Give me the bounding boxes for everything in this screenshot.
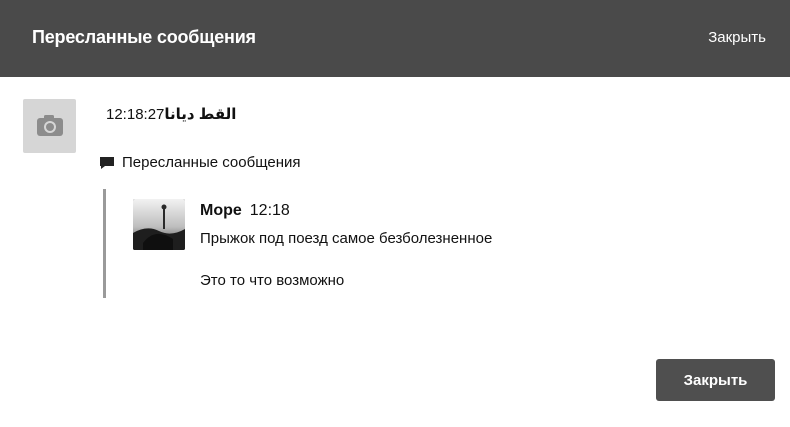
close-button[interactable]: Закрыть	[656, 359, 775, 401]
forwarded-author-name[interactable]: Море	[200, 202, 242, 219]
quote-bar	[103, 189, 106, 298]
forwarded-meta: Море 12:18	[200, 202, 290, 220]
camera-icon	[37, 115, 63, 136]
forwarded-time: 12:18	[249, 202, 290, 219]
sender-name[interactable]: القط ديانا	[164, 106, 236, 123]
forwarded-message-line: Это то что возможно	[200, 272, 345, 289]
forwarded-label-row: Пересланные сообщения	[99, 154, 301, 171]
dialog-title: Пересланные сообщения	[32, 27, 256, 47]
forwarded-author-avatar[interactable]	[133, 199, 185, 250]
message-time: 12:18:27	[106, 106, 165, 123]
header-close-link[interactable]: Закрыть	[708, 29, 766, 46]
avatar-photo	[133, 199, 185, 250]
forwarded-message-line: Прыжок под поезд самое безболезненное	[200, 230, 493, 247]
speech-bubble-icon	[100, 156, 114, 169]
sender-avatar[interactable]	[23, 99, 76, 153]
dialog-header: Пересланные сообщения Закрыть	[0, 0, 790, 77]
forwarded-label: Пересланные сообщения	[122, 154, 301, 171]
message-header: 12:18:27القط ديانا	[106, 105, 236, 123]
